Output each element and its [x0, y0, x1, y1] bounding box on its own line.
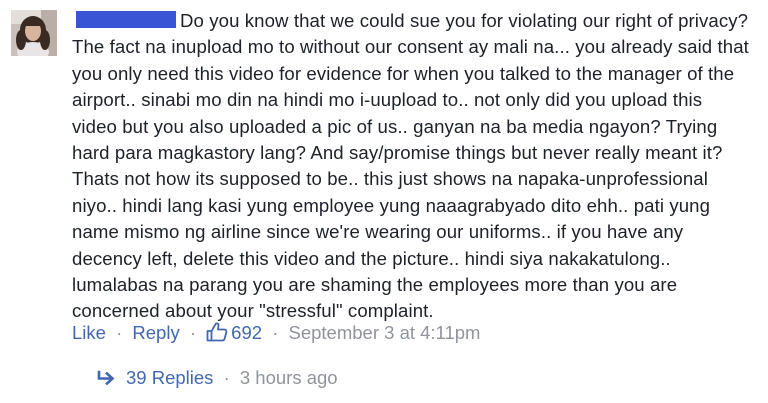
like-count: 692	[231, 322, 263, 343]
comment-body: Do you know that we could sue you for vi…	[72, 8, 752, 325]
avatar[interactable]	[11, 10, 57, 56]
view-replies-link[interactable]: 39 Replies	[126, 367, 213, 388]
comment: Do you know that we could sue you for vi…	[0, 0, 768, 403]
like-link[interactable]: Like	[72, 322, 106, 343]
separator: ·	[189, 322, 197, 343]
reply-arrow-icon	[96, 367, 116, 393]
avatar-image	[11, 10, 57, 56]
thumbs-up-icon	[206, 322, 228, 349]
separator: ·	[272, 322, 279, 343]
reply-timestamp: 3 hours ago	[239, 367, 338, 388]
comment-timestamp[interactable]: September 3 at 4:11pm	[289, 322, 481, 343]
replies-row: 39 Replies · 3 hours ago	[96, 365, 338, 391]
separator: ·	[116, 322, 123, 343]
comment-actions: Like · Reply · 692 · September 3 at 4:11…	[72, 320, 480, 346]
separator: ·	[223, 367, 230, 388]
like-count-button[interactable]: 692	[206, 322, 267, 343]
redacted-author-name[interactable]	[76, 11, 176, 28]
comment-text: Do you know that we could sue you for vi…	[72, 10, 749, 322]
reply-link[interactable]: Reply	[132, 322, 179, 343]
